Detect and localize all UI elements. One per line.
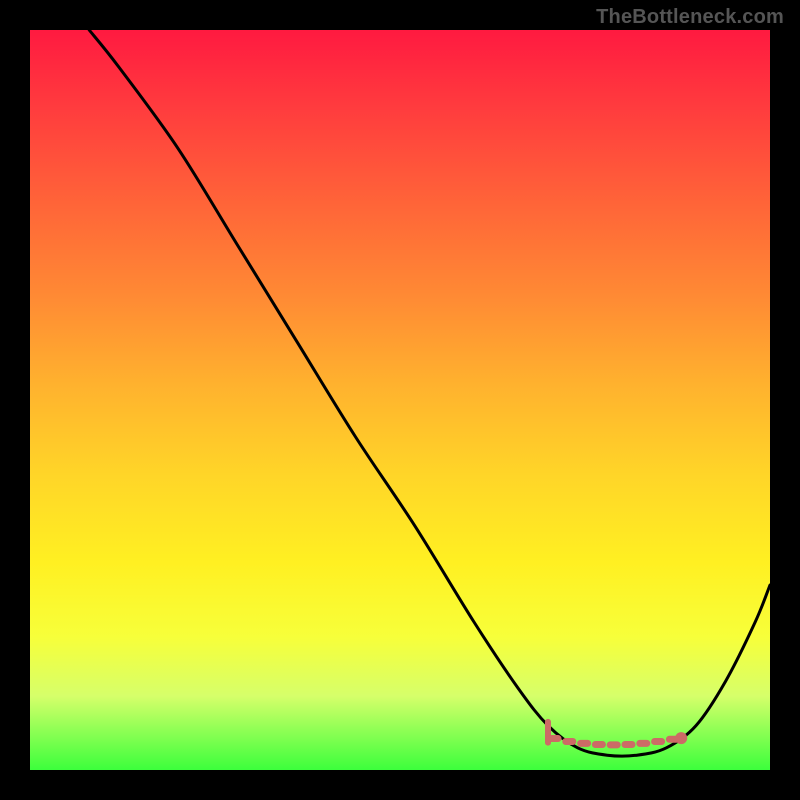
series-curve [89, 30, 770, 756]
chart-svg [30, 30, 770, 770]
series-bottom-dots [548, 722, 687, 745]
chart-frame: TheBottleneck.com [0, 0, 800, 800]
plot-area [30, 30, 770, 770]
watermark-text: TheBottleneck.com [596, 6, 784, 29]
